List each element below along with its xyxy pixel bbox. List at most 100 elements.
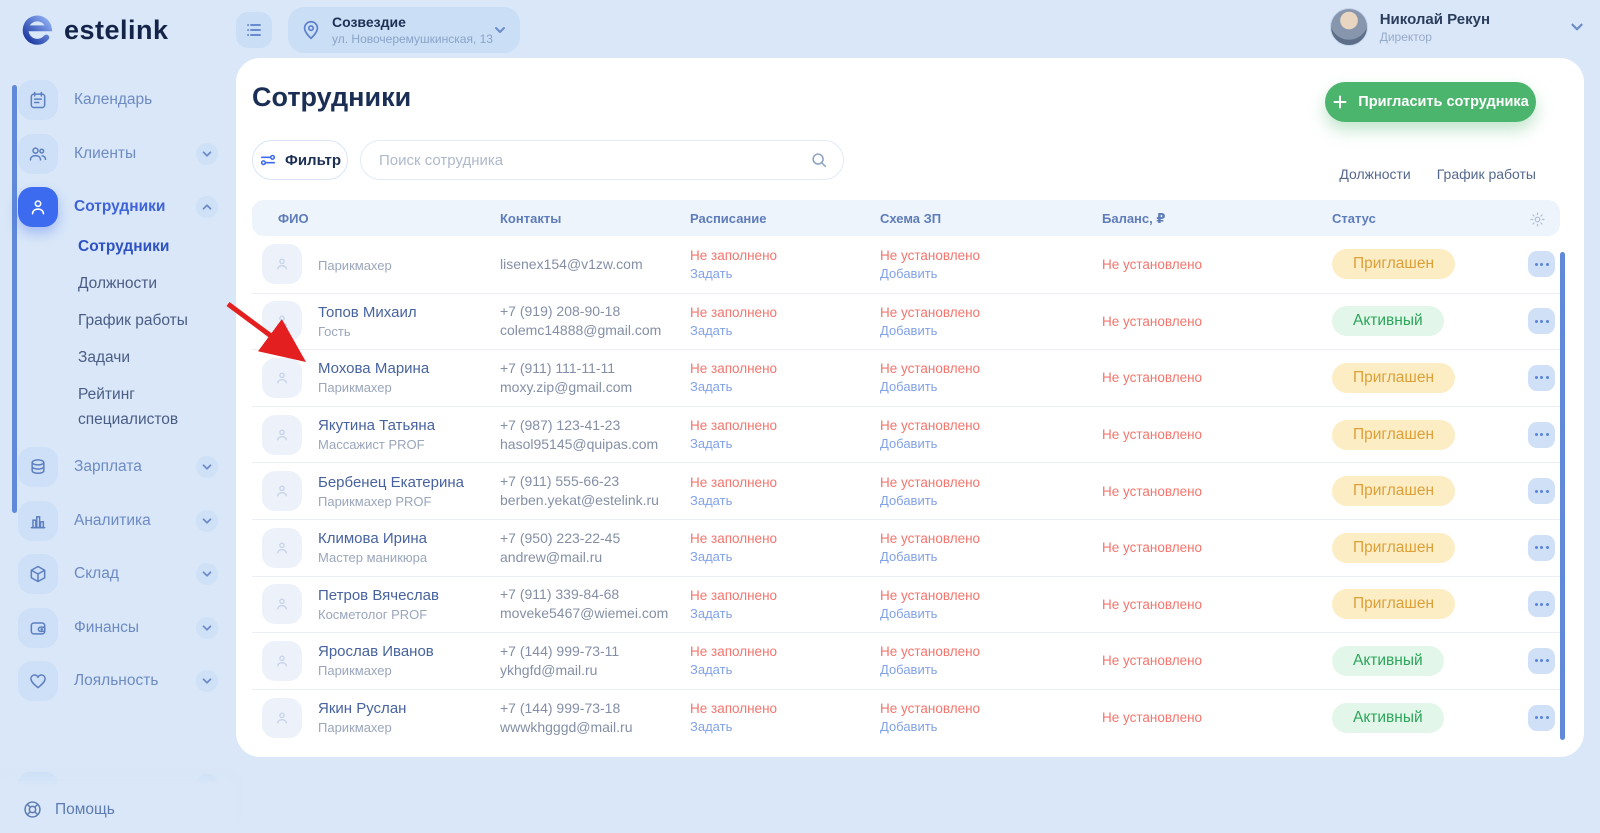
status-badge: Активный — [1332, 703, 1444, 733]
scheme-empty-label: Не установлено — [880, 418, 980, 433]
sidebar-subitem-tasks[interactable]: Задачи — [78, 345, 228, 370]
sidebar-subitem-rating[interactable]: Рейтинг специалистов — [78, 382, 228, 432]
location-selector[interactable]: Созвездие ул. Новочеремушкинская, 13 — [288, 7, 520, 53]
sidebar-label: Календарь — [74, 91, 152, 109]
sidebar-help[interactable]: Помощь — [0, 786, 236, 833]
invite-employee-button[interactable]: Пригласить сотрудника — [1325, 82, 1536, 122]
set-schedule-link[interactable]: Задать — [690, 493, 777, 508]
loyalty-heart-icon — [18, 661, 58, 701]
sidebar-scrollbar[interactable] — [12, 85, 17, 513]
add-scheme-link[interactable]: Добавить — [880, 436, 980, 451]
search-input[interactable] — [360, 140, 844, 180]
balance-empty-label: Не установлено — [1102, 540, 1202, 555]
add-scheme-link[interactable]: Добавить — [880, 662, 980, 677]
col-header-status: Статус — [1332, 211, 1376, 226]
col-header-balance: Баланс, ₽ — [1102, 211, 1165, 227]
finance-icon — [18, 608, 58, 648]
sidebar-item-calendar[interactable]: Календарь — [18, 80, 218, 120]
set-schedule-link[interactable]: Задать — [690, 606, 777, 621]
list-icon — [245, 21, 263, 39]
table-settings-gear-icon[interactable] — [1529, 211, 1546, 228]
add-scheme-link[interactable]: Добавить — [880, 379, 980, 394]
employee-name[interactable]: Климова Ирина — [318, 530, 427, 547]
table-row: Топов МихаилГость +7 (919) 208-90-18cole… — [252, 293, 1560, 350]
employee-role: Мастер маникюра — [318, 550, 427, 565]
employee-name[interactable]: Топов Михаил — [318, 304, 417, 321]
filter-sliders-icon — [259, 151, 277, 169]
status-badge: Приглашен — [1332, 589, 1455, 619]
employee-phone: +7 (144) 999-73-18 — [500, 699, 632, 718]
app-root: estelink Созвездие ул — [0, 0, 1600, 773]
add-scheme-link[interactable]: Добавить — [880, 549, 980, 564]
row-menu-button[interactable] — [1528, 422, 1555, 448]
add-scheme-link[interactable]: Добавить — [880, 493, 980, 508]
estelink-logo-icon — [18, 10, 58, 50]
sidebar-subitem-positions[interactable]: Должности — [78, 271, 228, 296]
scheme-empty-label: Не установлено — [880, 361, 980, 376]
sidebar-item-employees[interactable]: Сотрудники — [18, 187, 218, 227]
employee-name[interactable]: Якутина Татьяна — [318, 417, 435, 434]
employee-phone: +7 (987) 123-41-23 — [500, 416, 658, 435]
add-scheme-link[interactable]: Добавить — [880, 266, 980, 281]
employee-email: wwwkhgggd@mail.ru — [500, 718, 632, 737]
row-menu-button[interactable] — [1528, 705, 1555, 731]
chevron-down-icon — [196, 456, 218, 478]
top-bar: estelink Созвездие ул — [0, 0, 1600, 60]
set-schedule-link[interactable]: Задать — [690, 662, 777, 677]
employee-name[interactable]: Ярослав Иванов — [318, 643, 434, 660]
sidebar-item-clients[interactable]: Клиенты — [18, 134, 218, 174]
avatar-placeholder-icon — [262, 471, 302, 511]
row-menu-button[interactable] — [1528, 535, 1555, 561]
table-rows: Парикмахер lisenex154@v1zw.com Не заполн… — [252, 236, 1560, 745]
schedule-empty-label: Не заполнено — [690, 644, 777, 659]
analytics-icon — [18, 501, 58, 541]
row-menu-button[interactable] — [1528, 648, 1555, 674]
row-menu-button[interactable] — [1528, 251, 1555, 277]
link-work-schedule[interactable]: График работы — [1437, 166, 1536, 182]
set-schedule-link[interactable]: Задать — [690, 549, 777, 564]
row-menu-button[interactable] — [1528, 365, 1555, 391]
status-badge: Приглашен — [1332, 249, 1455, 279]
sidebar-item-loyalty[interactable]: Лояльность — [18, 661, 218, 701]
link-positions[interactable]: Должности — [1339, 166, 1410, 182]
add-scheme-link[interactable]: Добавить — [880, 606, 980, 621]
salary-icon — [18, 447, 58, 487]
sidebar-subitem-schedule[interactable]: График работы — [78, 308, 228, 333]
user-name: Николай Рекун — [1380, 11, 1490, 28]
table-row: Климова ИринаМастер маникюра +7 (950) 22… — [252, 519, 1560, 576]
sidebar-item-analytics[interactable]: Аналитика — [18, 501, 218, 541]
schedule-empty-label: Не заполнено — [690, 475, 777, 490]
set-schedule-link[interactable]: Задать — [690, 379, 777, 394]
sidebar-item-finance[interactable]: Финансы — [18, 608, 218, 648]
filter-button[interactable]: Фильтр — [252, 140, 348, 180]
set-schedule-link[interactable]: Задать — [690, 323, 777, 338]
employee-name[interactable]: Бербенец Екатерина — [318, 474, 464, 491]
set-schedule-link[interactable]: Задать — [690, 266, 777, 281]
row-menu-button[interactable] — [1528, 478, 1555, 504]
set-schedule-link[interactable]: Задать — [690, 436, 777, 451]
employee-name[interactable]: Мохова Марина — [318, 360, 429, 377]
row-menu-button[interactable] — [1528, 308, 1555, 334]
search-icon — [810, 151, 828, 169]
employee-name[interactable]: Якин Руслан — [318, 700, 406, 717]
calendar-icon — [18, 80, 58, 120]
sidebar-subitem-employees[interactable]: Сотрудники — [78, 234, 228, 259]
avatar-placeholder-icon — [262, 528, 302, 568]
status-badge: Приглашен — [1332, 420, 1455, 450]
location-address: ул. Новочеремушкинская, 13 — [332, 32, 482, 46]
user-menu[interactable]: Николай Рекун Директор — [1330, 8, 1586, 46]
sidebar-label: Клиенты — [74, 145, 136, 163]
row-menu-button[interactable] — [1528, 591, 1555, 617]
sidebar-label: Аналитика — [74, 512, 151, 530]
chevron-down-icon — [196, 143, 218, 165]
sidebar-item-warehouse[interactable]: Склад — [18, 554, 218, 594]
add-scheme-link[interactable]: Добавить — [880, 719, 980, 734]
branch-list-button[interactable] — [236, 12, 272, 48]
sidebar-item-salary[interactable]: Зарплата — [18, 447, 218, 487]
set-schedule-link[interactable]: Задать — [690, 719, 777, 734]
balance-empty-label: Не установлено — [1102, 314, 1202, 329]
employee-name[interactable]: Петров Вячеслав — [318, 587, 439, 604]
add-scheme-link[interactable]: Добавить — [880, 323, 980, 338]
sidebar-label: Зарплата — [74, 458, 142, 476]
table-scrollbar[interactable] — [1560, 252, 1565, 740]
